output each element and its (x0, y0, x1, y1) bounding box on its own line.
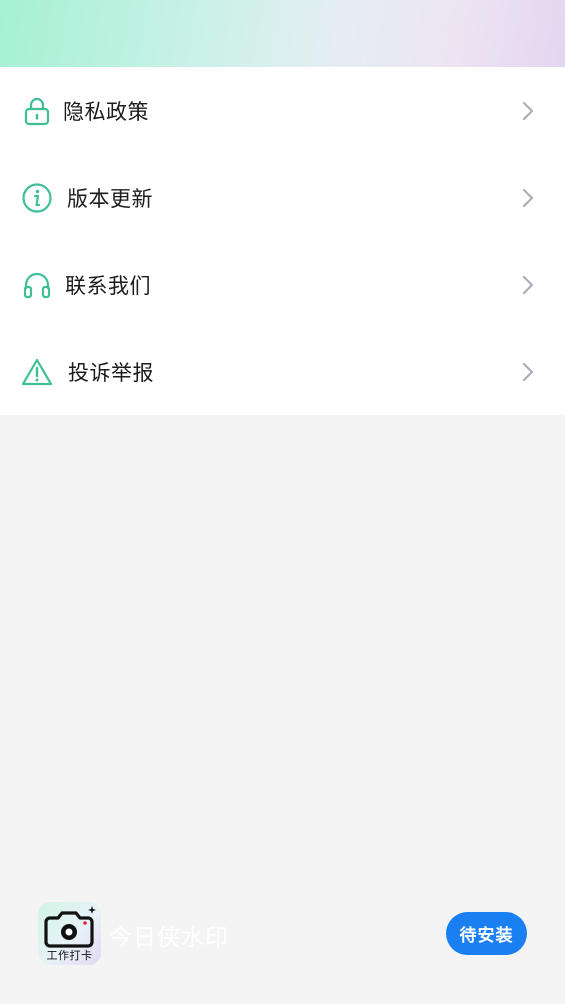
install-button[interactable]: 待安装 (446, 912, 527, 955)
app-name: 今日侠水印 (109, 925, 229, 951)
app-icon[interactable]: 工作打卡 (38, 902, 101, 965)
menu-item-label: 联系我们 (65, 273, 151, 298)
menu-item-version-update[interactable]: 版本更新 (0, 154, 565, 241)
menu-item-label: 版本更新 (67, 186, 153, 211)
lock-icon (20, 94, 54, 128)
warning-icon (20, 355, 54, 389)
chevron-right-icon (522, 275, 534, 294)
chevron-right-icon (522, 362, 534, 381)
app-ad-banner[interactable]: 工作打卡 今日侠水印 待安装 (0, 890, 565, 980)
menu-item-report-complaint[interactable]: 投诉举报 (0, 328, 565, 415)
info-icon (20, 181, 54, 215)
settings-menu: 隐私政策 版本更新 联系我们 投诉举报 (0, 67, 565, 415)
headphones-icon (20, 268, 54, 302)
menu-item-privacy-policy[interactable]: 隐私政策 (0, 67, 565, 154)
chevron-right-icon (522, 188, 534, 207)
app-icon-caption: 工作打卡 (46, 949, 93, 962)
menu-item-label: 隐私政策 (63, 99, 149, 124)
header-gradient-banner (0, 0, 565, 67)
camera-icon (44, 906, 96, 948)
menu-item-contact-us[interactable]: 联系我们 (0, 241, 565, 328)
chevron-right-icon (522, 101, 534, 120)
menu-item-label: 投诉举报 (68, 360, 154, 385)
